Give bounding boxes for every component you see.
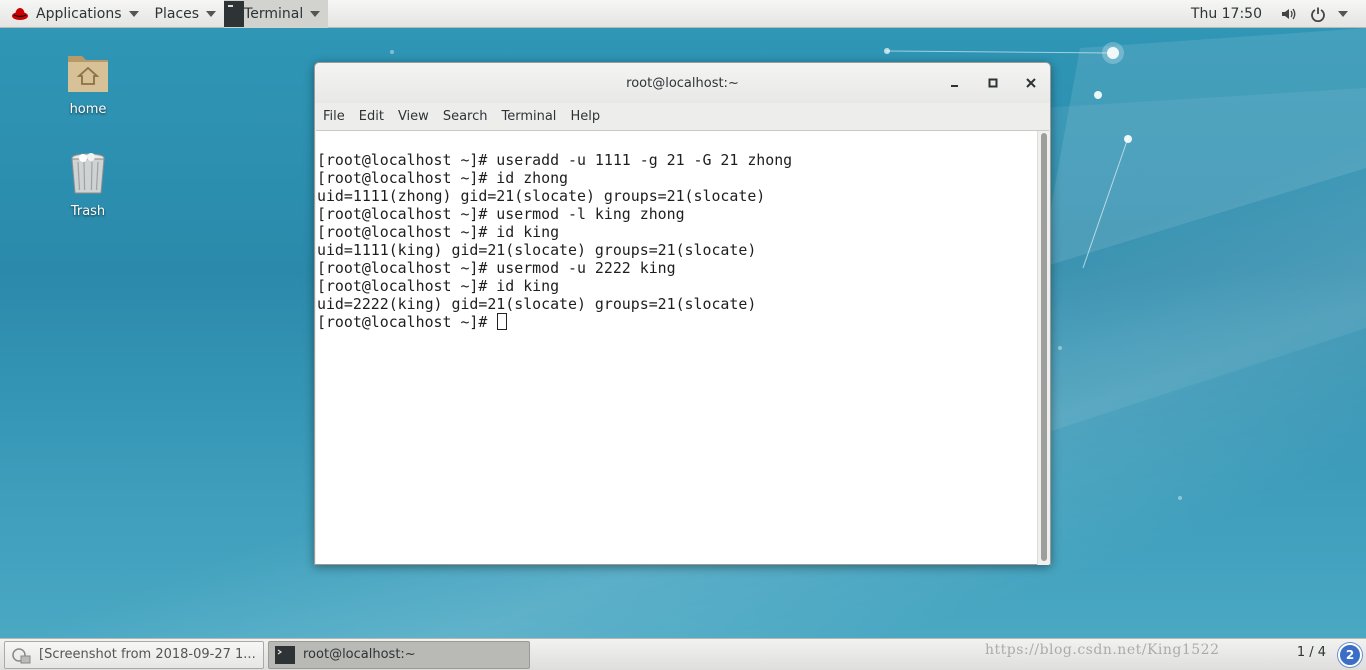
- terminal-app-label: Terminal: [244, 5, 304, 22]
- desktop-icon-home[interactable]: home: [48, 50, 128, 117]
- volume-icon[interactable]: [1278, 4, 1298, 24]
- terminal-prompt: [root@localhost ~]#: [317, 313, 497, 331]
- task-label: [Screenshot from 2018-09-27 1...: [39, 647, 256, 662]
- task-screenshot[interactable]: [Screenshot from 2018-09-27 1...: [4, 640, 264, 669]
- terminal-output[interactable]: [root@localhost ~]# useradd -u 1111 -g 2…: [316, 130, 1049, 565]
- chevron-down-icon: [206, 10, 217, 17]
- scrollbar-thumb[interactable]: [1041, 133, 1047, 561]
- menu-file[interactable]: File: [316, 109, 352, 124]
- menu-view[interactable]: View: [391, 109, 436, 124]
- minimize-icon: [951, 85, 958, 87]
- terminal-icon: [224, 0, 245, 27]
- terminal-line: uid=1111(zhong) gid=21(slocate) groups=2…: [317, 187, 766, 205]
- bottom-taskbar: [Screenshot from 2018-09-27 1... root@lo…: [0, 638, 1366, 670]
- screenshot-icon: [12, 647, 31, 663]
- scrollbar-track[interactable]: [1037, 131, 1049, 565]
- desktop-icon-label: Trash: [70, 204, 106, 219]
- workspace-badge[interactable]: 2: [1338, 643, 1362, 667]
- window-controls: [928, 73, 1042, 93]
- chevron-down-icon: [128, 10, 139, 17]
- applications-menu[interactable]: Applications: [0, 0, 147, 28]
- text-cursor: [497, 313, 508, 330]
- terminal-line: [root@localhost ~]# usermod -l king zhon…: [317, 205, 685, 223]
- workspace-pager[interactable]: 1 / 4: [1297, 645, 1326, 660]
- minimize-button[interactable]: [944, 73, 966, 93]
- applications-label: Applications: [36, 5, 122, 22]
- terminal-line: [root@localhost ~]# id king: [317, 277, 560, 295]
- maximize-button[interactable]: [982, 73, 1004, 93]
- menubar: File Edit View Search Terminal Help: [315, 103, 1050, 129]
- top-panel: Applications Places Terminal Thu 17:50: [0, 0, 1366, 28]
- terminal-line: [root@localhost ~]# usermod -u 2222 king: [317, 259, 676, 277]
- terminal-line: uid=2222(king) gid=21(slocate) groups=21…: [317, 295, 757, 313]
- close-icon: [1026, 78, 1036, 88]
- terminal-line: [root@localhost ~]# id zhong: [317, 169, 569, 187]
- terminal-line: [root@localhost ~]# id king: [317, 223, 560, 241]
- window-titlebar[interactable]: root@localhost:~: [315, 63, 1050, 103]
- terminal-text: [root@localhost ~]# useradd -u 1111 -g 2…: [317, 133, 792, 367]
- places-label: Places: [154, 5, 200, 22]
- trash-icon: [71, 153, 105, 194]
- menu-search[interactable]: Search: [436, 109, 495, 124]
- terminal-line: [root@localhost ~]# useradd -u 1111 -g 2…: [317, 151, 793, 169]
- menu-edit[interactable]: Edit: [352, 109, 391, 124]
- window-title: root@localhost:~: [626, 75, 739, 91]
- menu-terminal[interactable]: Terminal: [494, 109, 563, 124]
- task-terminal[interactable]: root@localhost:~: [268, 640, 530, 669]
- status-area: Thu 17:50: [1191, 0, 1366, 28]
- watermark-text: https://blog.csdn.net/King1522: [985, 642, 1220, 658]
- task-label: root@localhost:~: [303, 647, 416, 662]
- clock[interactable]: Thu 17:50: [1191, 6, 1262, 22]
- desktop-icon-label: home: [69, 102, 107, 117]
- terminal-prompt-line: [root@localhost ~]#: [317, 313, 792, 331]
- redhat-logo-icon: [12, 7, 28, 20]
- terminal-window: root@localhost:~ File Edit View Search T…: [314, 62, 1051, 565]
- desktop-icon-trash[interactable]: Trash: [48, 150, 128, 219]
- power-icon[interactable]: [1308, 4, 1328, 24]
- close-button[interactable]: [1020, 73, 1042, 93]
- menu-help[interactable]: Help: [563, 109, 607, 124]
- maximize-icon: [988, 78, 998, 88]
- chevron-down-icon: [310, 10, 321, 17]
- chevron-down-icon[interactable]: [1338, 10, 1348, 17]
- terminal-icon: [275, 645, 295, 664]
- terminal-app-menu[interactable]: Terminal: [224, 0, 329, 28]
- terminal-line: uid=1111(king) gid=21(slocate) groups=21…: [317, 241, 757, 259]
- places-menu[interactable]: Places: [147, 0, 225, 28]
- home-folder-icon: [68, 56, 108, 92]
